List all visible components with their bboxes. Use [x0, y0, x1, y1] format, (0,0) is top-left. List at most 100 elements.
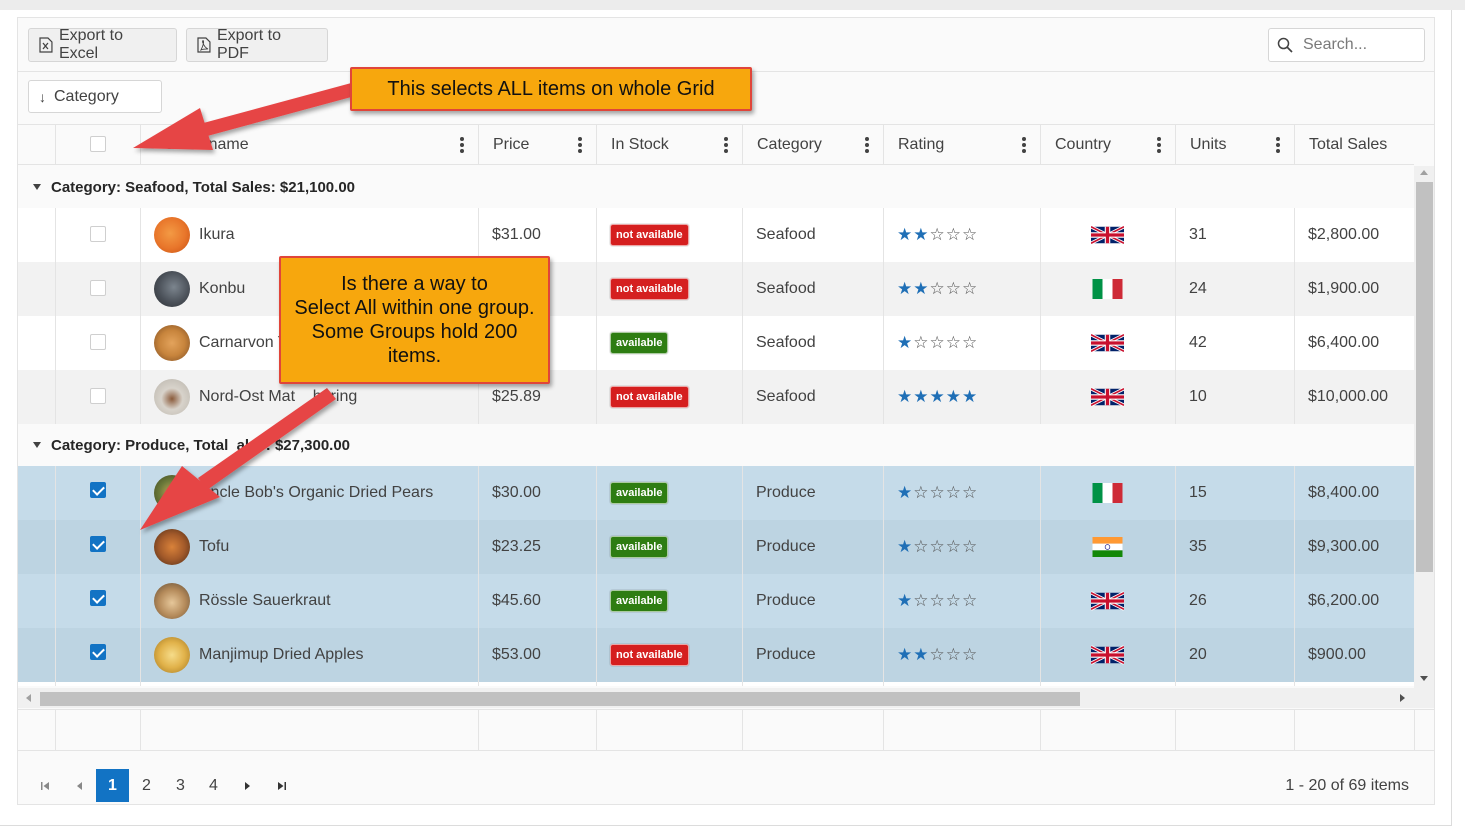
table-row[interactable]: Ikura $31.00 not available Seafood ★ ★ ☆ ☆ ☆… [18, 208, 1414, 262]
uk-flag-icon [1091, 387, 1124, 407]
column-divider [742, 466, 743, 686]
product-image [154, 271, 190, 307]
vertical-scroll-thumb[interactable] [1416, 182, 1433, 572]
column-menu-icon[interactable] [1022, 137, 1026, 153]
scroll-right-icon[interactable] [1400, 694, 1405, 702]
header-total-sales-label: Total Sales [1309, 136, 1388, 153]
column-menu-icon[interactable] [865, 137, 869, 153]
column-divider [742, 208, 743, 424]
category: Produce [756, 484, 816, 501]
scroll-left-icon[interactable] [26, 694, 31, 702]
horizontal-scrollbar[interactable] [18, 688, 1434, 708]
product-name: Uncle Bob's Organic Dried Pears [199, 484, 434, 501]
product-name: Manjimup Dried Apples [199, 646, 364, 663]
group-chip-category[interactable]: ↓ Category [28, 80, 162, 113]
header-price-label: Price [493, 136, 530, 153]
product-name: Tofu [199, 538, 230, 555]
export-excel-button[interactable]: Export to Excel [28, 27, 177, 62]
row-checkbox[interactable] [90, 590, 106, 606]
table-row[interactable]: Carnarvon T available Seafood ★ ☆ ☆ ☆ ☆ 42 $… [18, 316, 1414, 370]
page-button-3[interactable]: 3 [164, 769, 197, 802]
scroll-down-icon[interactable] [1420, 676, 1428, 681]
group-header-produce[interactable]: Category: Produce, Total ales: $27,300.0… [18, 424, 1414, 466]
column-menu-icon[interactable] [578, 137, 582, 153]
column-divider [140, 208, 141, 424]
column-menu-icon[interactable] [1276, 137, 1280, 153]
scroll-up-icon[interactable] [1420, 170, 1428, 175]
search-box[interactable] [1268, 28, 1425, 62]
group-chip-label: Category [54, 87, 119, 105]
caret-down-icon[interactable] [33, 442, 41, 448]
table-row[interactable]: Tofu $23.25 available Produce ★ ☆ ☆ ☆ ☆ 35 $… [18, 520, 1414, 574]
caret-down-icon[interactable] [33, 184, 41, 190]
stock-badge: not available [610, 224, 689, 246]
column-divider [140, 466, 141, 686]
header-rating[interactable]: Rating [883, 125, 1040, 165]
callout-line: Select All within one group. [294, 297, 535, 319]
search-icon [1277, 37, 1293, 53]
group-header-seafood[interactable]: Category: Seafood, Total Sales: $21,100.… [18, 166, 1414, 208]
last-page-icon[interactable] [265, 769, 298, 802]
next-page-icon[interactable] [231, 769, 264, 802]
search-input[interactable] [1301, 35, 1411, 55]
page-button-1[interactable]: 1 [96, 769, 129, 802]
uk-flag-icon [1091, 225, 1124, 245]
previous-page-icon[interactable] [62, 769, 95, 802]
total-sales: $10,000.00 [1308, 388, 1389, 405]
column-menu-icon[interactable] [1157, 137, 1161, 153]
export-pdf-button[interactable]: Export to PDF [186, 27, 328, 62]
total-sales: $1,900.00 [1308, 280, 1380, 297]
row-checkbox[interactable] [90, 388, 106, 404]
product-image [154, 217, 190, 253]
price: $25.89 [492, 388, 541, 405]
product-image [154, 379, 190, 415]
horizontal-scroll-thumb[interactable] [40, 692, 1080, 706]
table-row[interactable]: Uncle Bob's Organic Dried Pears $30.00 a… [18, 466, 1414, 520]
top-strip [0, 0, 1465, 10]
header-in-stock[interactable]: In Stock [596, 125, 742, 165]
units: 15 [1189, 484, 1207, 501]
header-product-name[interactable]: oduct name [140, 125, 478, 165]
header-rating-label: Rating [898, 136, 945, 153]
table-row[interactable]: Konbu not available Seafood ★ ★ ☆ ☆ ☆ 24 $1,… [18, 262, 1414, 316]
header-total-sales[interactable]: Total Sales [1294, 125, 1414, 165]
header-units[interactable]: Units [1175, 125, 1294, 165]
row-checkbox[interactable] [90, 536, 106, 552]
row-checkbox[interactable] [90, 334, 106, 350]
italy-flag-icon [1091, 279, 1124, 299]
footer-row [18, 709, 1434, 751]
table-row[interactable]: Rössle Sauerkraut $45.60 available Produ… [18, 574, 1414, 628]
row-checkbox[interactable] [90, 482, 106, 498]
total-sales: $2,800.00 [1308, 226, 1380, 243]
rating-stars: ★ ☆ ☆ ☆ ☆ [897, 483, 978, 502]
header-country[interactable]: Country [1040, 125, 1175, 165]
table-row[interactable]: Nord-Ost Mat hering $25.89 not available… [18, 370, 1414, 424]
column-divider [1040, 208, 1041, 424]
units: 26 [1189, 592, 1207, 609]
stock-badge: available [610, 536, 669, 558]
units: 10 [1189, 388, 1207, 405]
total-sales: $6,200.00 [1308, 592, 1380, 609]
header-category[interactable]: Category [742, 125, 883, 165]
header-price[interactable]: Price [478, 125, 596, 165]
vertical-scrollbar[interactable] [1414, 166, 1434, 688]
table-row[interactable]: Manjimup Dried Apples $53.00 not availab… [18, 628, 1414, 682]
price: $45.60 [492, 592, 541, 609]
category: Seafood [756, 280, 816, 297]
row-checkbox[interactable] [90, 226, 106, 242]
column-header-row: oduct name Price In Stock Category Ratin… [18, 125, 1414, 165]
column-menu-icon[interactable] [460, 137, 464, 153]
select-all-checkbox[interactable] [90, 136, 106, 152]
group-header-label: Category: Produce, Total ales: $27,300.0… [51, 436, 351, 454]
column-menu-icon[interactable] [724, 137, 728, 153]
units: 20 [1189, 646, 1207, 663]
export-excel-label: Export to Excel [58, 27, 123, 62]
price: $30.00 [492, 484, 541, 501]
page-button-2[interactable]: 2 [130, 769, 163, 802]
row-checkbox[interactable] [90, 644, 106, 660]
first-page-icon[interactable] [28, 769, 61, 802]
page-button-4[interactable]: 4 [197, 769, 230, 802]
pager-info: 1 - 20 of 69 items [1285, 777, 1409, 794]
units: 42 [1189, 334, 1207, 351]
row-checkbox[interactable] [90, 280, 106, 296]
